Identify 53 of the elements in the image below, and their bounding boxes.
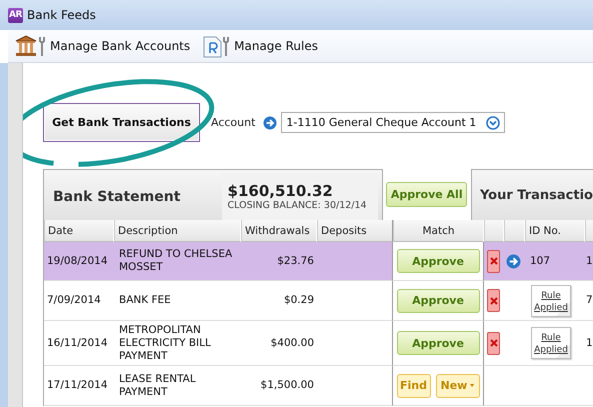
withdrawal-cell: $23.76 — [241, 242, 317, 281]
column-header: Match — [393, 220, 484, 242]
get-transactions-button[interactable]: Get Bank Transactions — [43, 103, 200, 142]
bank-statement-title: Bank Statement — [53, 188, 180, 204]
approve-all-button[interactable]: Approve All — [386, 182, 468, 207]
rule-applied-link[interactable]: Rule Applied — [531, 327, 571, 359]
closing-balance-amount: $160,510.32 — [228, 182, 334, 200]
column-header: Date — [44, 220, 114, 242]
close-icon — [490, 257, 498, 265]
arrow-right-icon[interactable] — [263, 116, 278, 130]
approve-button[interactable]: Approve — [396, 331, 480, 355]
dropdown-caret-icon — [486, 116, 500, 130]
close-icon — [490, 296, 498, 304]
rule-applied-link[interactable]: Rule Applied — [531, 284, 571, 316]
withdrawal-cell: $0.29 — [241, 281, 317, 321]
description-cell: LEASE RENTAL PAYMENT — [114, 366, 241, 406]
your-transactions-title: Your Transactio — [480, 188, 593, 202]
table-cell: 7 — [586, 294, 593, 307]
withdrawal-cell: $1,500.00 — [241, 366, 317, 406]
date-cell: 19/08/2014 — [44, 242, 114, 281]
toolbar-button[interactable]: Manage Bank Accounts — [14, 34, 190, 58]
description-cell: REFUND TO CHELSEA MOSSET — [114, 242, 241, 281]
app-logo: AR — [8, 8, 23, 22]
bank-wrench-icon — [14, 34, 48, 58]
approve-button[interactable]: Approve — [396, 249, 480, 273]
caret-icon — [470, 383, 474, 388]
column-header: Withdrawals — [241, 220, 317, 242]
approve-button[interactable]: Approve — [396, 288, 480, 312]
toolbar-button[interactable]: Manage Rules — [202, 34, 318, 58]
closing-balance-caption: CLOSING BALANCE: 30/12/14 — [228, 200, 368, 211]
column-header — [504, 220, 525, 242]
column-header — [484, 220, 504, 242]
window-title: Bank Feeds — [27, 8, 96, 22]
table-cell: 1 — [586, 254, 593, 268]
column-header — [585, 220, 593, 242]
description-cell: METROPOLITAN ELECTRICITY BILL PAYMENT — [114, 321, 241, 366]
column-header: ID No. — [525, 220, 585, 242]
table-cell: 1 — [586, 336, 593, 350]
reject-button[interactable] — [487, 332, 500, 354]
withdrawal-cell: $400.00 — [241, 321, 317, 366]
reject-button[interactable] — [487, 250, 500, 272]
id-number: 107 — [530, 254, 550, 268]
account-dropdown[interactable]: 1-1110 General Cheque Account 1 — [281, 112, 506, 133]
date-cell: 7/09/2014 — [44, 281, 114, 321]
arrow-right-icon[interactable] — [506, 254, 521, 268]
description-cell: BANK FEE — [114, 281, 241, 321]
column-header: Deposits — [317, 220, 393, 242]
close-icon — [490, 339, 498, 347]
date-cell: 17/11/2014 — [44, 366, 114, 406]
date-cell: 16/11/2014 — [44, 321, 114, 366]
account-label: Account — [211, 116, 256, 129]
reject-button[interactable] — [487, 289, 500, 312]
column-header: Description — [114, 220, 241, 242]
